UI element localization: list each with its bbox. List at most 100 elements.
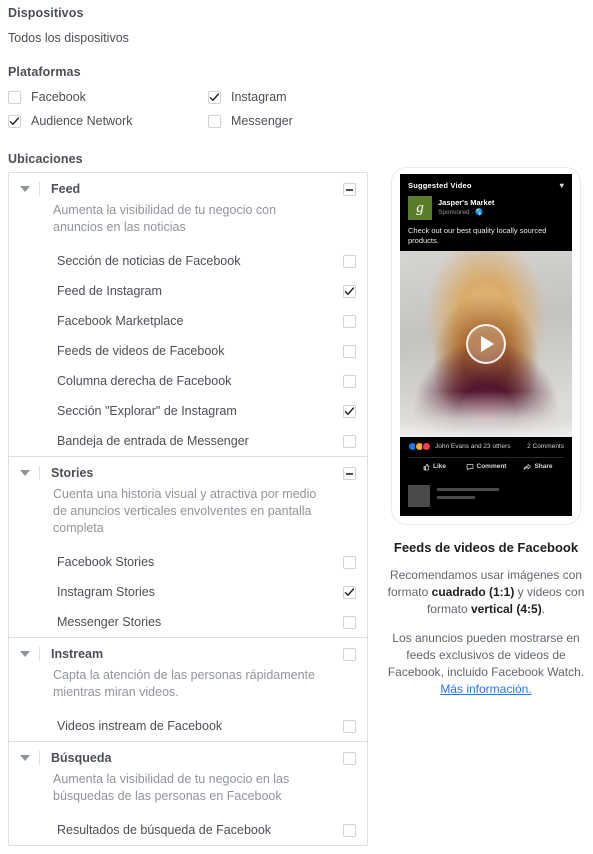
group-checkbox[interactable] xyxy=(343,466,356,480)
like-label: Like xyxy=(432,463,446,470)
checkmark-icon xyxy=(344,406,355,415)
placement-option-row[interactable]: Videos instream de Facebook xyxy=(9,711,367,741)
group-title: Búsqueda xyxy=(51,751,112,765)
group-header-instream[interactable]: Instream xyxy=(9,638,367,670)
sponsored-label: Sponsored · 🌎 xyxy=(438,209,494,216)
placement-option-row[interactable]: Instagram Stories xyxy=(9,577,367,607)
group-header-feed[interactable]: Feed xyxy=(9,173,367,205)
placement-option-label: Feeds de videos de Facebook xyxy=(57,344,225,358)
placement-option-row[interactable]: Facebook Stories xyxy=(9,547,367,577)
caret-down-icon[interactable] xyxy=(19,753,30,764)
caret-down-icon[interactable] xyxy=(19,184,30,195)
placement-option-row[interactable]: Sección de noticias de Facebook xyxy=(9,246,367,276)
reactions-group: John Evans and 23 others xyxy=(408,441,511,451)
platform-checkbox[interactable] xyxy=(8,90,21,104)
placement-group: Stories Cuenta una historia visual y atra… xyxy=(9,457,367,638)
share-button[interactable]: Share xyxy=(512,463,564,471)
platforms-section: Plataformas Facebook Instagram Audience Ne… xyxy=(8,65,388,128)
placement-option-label: Resultados de búsqueda de Facebook xyxy=(57,823,272,837)
ad-copy-text: Check out our best quality locally sourc… xyxy=(408,226,547,245)
placement-option-checkbox[interactable] xyxy=(343,823,356,837)
placement-option-row[interactable]: Feeds de videos de Facebook xyxy=(9,336,367,366)
placement-option-checkbox[interactable] xyxy=(343,719,356,733)
header-divider xyxy=(39,466,40,480)
placement-option-checkbox[interactable] xyxy=(343,374,356,388)
platform-item-audience-network[interactable]: Audience Network xyxy=(8,114,208,128)
preview-paragraph-2: Los anuncios pueden mostrarse en feeds e… xyxy=(385,630,587,698)
platform-label: Messenger xyxy=(231,114,293,128)
group-checkbox[interactable] xyxy=(343,647,356,661)
placement-option-checkbox[interactable] xyxy=(343,615,356,629)
placement-option-row[interactable]: Facebook Marketplace xyxy=(9,306,367,336)
platform-item-instagram[interactable]: Instagram xyxy=(208,90,408,104)
placement-option-checkbox[interactable] xyxy=(343,254,356,268)
placements-label: Ubicaciones xyxy=(8,152,83,166)
ad-media-image[interactable] xyxy=(400,250,572,437)
placement-option-label: Videos instream de Facebook xyxy=(57,719,223,733)
platform-checkbox[interactable] xyxy=(208,90,221,104)
header-divider xyxy=(39,647,40,661)
group-header-stories[interactable]: Stories xyxy=(9,457,367,489)
play-button-icon[interactable] xyxy=(466,323,506,364)
suggested-video-row: Suggested Video ▾ xyxy=(408,181,564,190)
para2-text: Los anuncios pueden mostrarse en feeds e… xyxy=(387,630,585,679)
group-description: Aumenta la visibilidad de tu negocio con… xyxy=(53,203,277,234)
platform-label: Audience Network xyxy=(31,114,133,128)
header-divider xyxy=(39,182,40,196)
placement-option-label: Sección "Explorar" de Instagram xyxy=(57,404,237,418)
placement-option-row[interactable]: Resultados de búsqueda de Facebook xyxy=(9,815,367,845)
preview-title: Feeds de videos de Facebook xyxy=(393,539,579,555)
placement-option-checkbox[interactable] xyxy=(343,284,356,298)
platform-item-messenger[interactable]: Messenger xyxy=(208,114,408,128)
media-gradient xyxy=(400,390,572,437)
checkmark-icon xyxy=(209,92,220,101)
placement-option-row[interactable]: Columna derecha de Facebook xyxy=(9,366,367,396)
placement-option-checkbox[interactable] xyxy=(343,404,356,418)
placement-option-label: Facebook Stories xyxy=(57,555,155,569)
placement-option-checkbox[interactable] xyxy=(343,314,356,328)
checkmark-icon xyxy=(9,116,20,125)
placement-option-checkbox[interactable] xyxy=(343,434,356,448)
placement-option-checkbox[interactable] xyxy=(343,555,356,569)
comment-button[interactable]: Comment xyxy=(460,463,512,471)
suggested-video-label: Suggested Video xyxy=(408,181,472,190)
group-checkbox[interactable] xyxy=(343,182,356,196)
platform-item-facebook[interactable]: Facebook xyxy=(8,90,208,104)
platform-label: Instagram xyxy=(231,90,287,104)
devices-label: Dispositivos xyxy=(8,6,84,20)
placement-option-row[interactable]: Feed de Instagram xyxy=(9,276,367,306)
placements-list: Feed Aumenta la visibilidad de tu negocio… xyxy=(8,172,368,846)
caret-down-icon[interactable] xyxy=(19,468,30,479)
ad-header: Suggested Video ▾ g Jasper's Market Spon… xyxy=(400,174,572,251)
placement-option-row[interactable]: Sección "Explorar" de Instagram xyxy=(9,396,367,426)
devices-section: Dispositivos Todos los dispositivos xyxy=(8,6,388,45)
group-title: Stories xyxy=(51,466,94,480)
para1-square-format: cuadrado (1:1) xyxy=(431,584,515,599)
checkmark-icon xyxy=(344,587,355,596)
placement-option-row[interactable]: Bandeja de entrada de Messenger xyxy=(9,426,367,456)
caret-down-icon[interactable] xyxy=(19,649,30,660)
next-post-thumbnail xyxy=(408,484,430,507)
phone-mockup: Suggested Video ▾ g Jasper's Market Spon… xyxy=(392,168,580,524)
brand-meta: Jasper's Market Sponsored · 🌎 xyxy=(438,199,494,216)
platform-checkbox[interactable] xyxy=(208,114,221,128)
more-info-link[interactable]: Más información. xyxy=(440,682,531,696)
group-checkbox[interactable] xyxy=(343,751,356,765)
group-header-búsqueda[interactable]: Búsqueda xyxy=(9,742,367,774)
group-description: Cuenta una historia visual y atractiva p… xyxy=(53,487,317,535)
header-divider xyxy=(39,751,40,765)
placement-option-label: Feed de Instagram xyxy=(57,284,162,298)
next-post-lines xyxy=(437,485,499,499)
share-label: Share xyxy=(534,463,553,470)
chevron-down-icon[interactable]: ▾ xyxy=(560,181,564,190)
preview-caption: Feeds de videos de Facebook Recomendamos… xyxy=(379,540,593,698)
platform-label: Facebook xyxy=(31,90,86,104)
like-button[interactable]: Like xyxy=(408,463,460,471)
placement-option-row[interactable]: Messenger Stories xyxy=(9,607,367,637)
placement-option-checkbox[interactable] xyxy=(343,344,356,358)
platforms-label: Plataformas xyxy=(8,65,81,79)
platform-checkbox[interactable] xyxy=(8,114,21,128)
placement-option-checkbox[interactable] xyxy=(343,585,356,599)
brand-logo-icon: g xyxy=(408,196,432,220)
comments-count: 2 Comments xyxy=(527,442,564,450)
